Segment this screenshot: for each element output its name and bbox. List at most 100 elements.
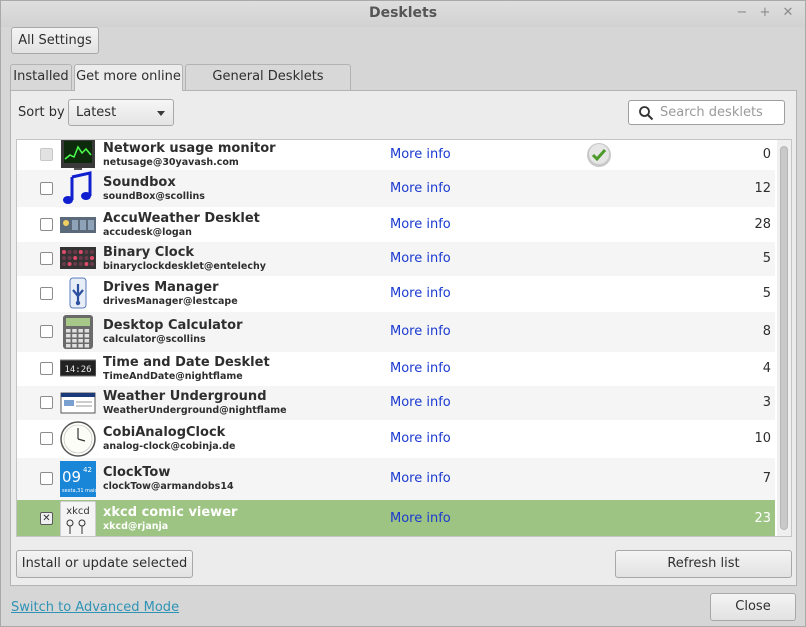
desklet-score: 0 [762,147,771,162]
select-checkbox[interactable] [40,362,53,375]
search-placeholder: Search desklets [660,105,763,120]
desklet-score: 3 [762,395,771,410]
desklet-list[interactable]: Network usage monitor netusage@30yavash.c… [16,139,792,537]
desklet-name: Weather Underground [103,389,267,404]
select-checkbox[interactable] [40,472,53,485]
select-checkbox[interactable]: ✕ [40,512,53,525]
scrollbar[interactable] [777,140,791,536]
binary-clock-icon [60,241,96,277]
desklet-score: 28 [754,216,771,232]
more-info-link[interactable]: More info [390,511,451,526]
tab-get-more-online[interactable]: Get more online [74,64,183,91]
advanced-mode-link[interactable]: Switch to Advanced Mode [11,600,179,615]
more-info-link[interactable]: More info [390,217,451,232]
sort-value: Latest [76,105,117,120]
desklet-score: 23 [754,511,771,526]
desklet-row[interactable]: ✕ xkcd xkcd comic viewer xkcd@rjanja More in… [17,500,775,536]
close-button[interactable]: Close [710,593,796,621]
svg-text:xkcd: xkcd [66,506,90,517]
desklet-row[interactable]: Network usage monitor netusage@30yavash.c… [17,140,775,173]
desklet-row[interactable]: Desktop Calculator calculator@scollins Mor… [17,312,775,352]
desklet-name: ClockTow [103,465,171,480]
desklet-score: 7 [762,471,771,486]
xkcd-icon: xkcd [59,500,97,536]
select-checkbox[interactable] [40,181,53,195]
more-info-link[interactable]: More info [390,181,451,196]
desklet-row[interactable]: 09 42 sexta,31 maio ClockTow clockTow@armand… [17,458,775,500]
desklet-row[interactable]: Binary Clock binaryclockdesklet@entelechy… [17,242,775,276]
desklet-row[interactable]: Weather Underground WeatherUnderground@ni… [17,386,775,420]
refresh-list-button[interactable]: Refresh list [615,550,792,578]
weather-window-icon [60,385,96,421]
weather-icon [60,207,96,243]
desklet-score: 5 [762,251,771,266]
desklet-score: 8 [762,324,771,339]
titlebar[interactable]: Desklets − + ✕ [1,1,805,27]
more-info-link[interactable]: More info [390,286,451,301]
close-window-icon[interactable]: ✕ [780,5,796,21]
select-checkbox[interactable] [40,217,53,231]
desklet-row[interactable]: 14:26 Time and Date Desklet TimeAndDate@ni… [17,352,775,386]
desklet-row[interactable]: AccuWeather Desklet accudesk@logan More in… [17,207,775,242]
select-checkbox[interactable] [40,325,53,338]
select-checkbox[interactable] [40,432,53,445]
select-checkbox[interactable] [40,287,53,300]
desklet-score: 4 [762,361,771,376]
desklet-row[interactable]: Soundbox soundBox@scollins More info 12 [17,170,775,207]
search-icon [639,106,654,121]
svg-text:sexta,31 maio: sexta,31 maio [62,488,96,494]
desklet-name: Drives Manager [103,280,219,295]
analog-clock-icon [60,421,96,457]
svg-text:42: 42 [83,466,92,474]
desklet-name: Desktop Calculator [103,318,243,333]
desklet-uuid: clockTow@armandobs14 [103,481,234,492]
desklet-score: 5 [762,286,771,301]
more-info-link[interactable]: More info [390,361,451,376]
more-info-link[interactable]: More info [390,251,451,266]
calculator-icon [60,314,96,350]
desklet-score: 12 [754,180,771,196]
desklet-uuid: calculator@scollins [103,334,206,345]
more-info-link[interactable]: More info [390,147,451,162]
tab-installed[interactable]: Installed [10,64,72,90]
desklet-name: Soundbox [103,174,176,190]
minimize-icon[interactable]: − [734,5,750,21]
all-settings-button[interactable]: All Settings [11,27,99,54]
chevron-down-icon [157,111,165,116]
tab-general-settings[interactable]: General Desklets Settings [185,64,351,108]
desklet-uuid: WeatherUnderground@nightflame [103,405,287,416]
desklet-uuid: soundBox@scollins [103,190,205,202]
desklet-row[interactable]: CobiAnalogClock analog-clock@cobinja.de Mo… [17,420,775,458]
clocktow-icon: 09 42 sexta,31 maio [60,461,98,497]
desklet-uuid: drivesManager@lestcape [103,296,238,307]
desklet-name: Time and Date Desklet [103,355,270,370]
network-monitor-icon [60,140,96,173]
online-panel: Sort by Latest Search desklets Network u… [10,90,797,586]
desklet-name: Network usage monitor [103,141,276,156]
digital-clock-icon: 14:26 [59,351,97,387]
desklet-uuid: binaryclockdesklet@entelechy [103,261,266,272]
more-info-link[interactable]: More info [390,471,451,486]
more-info-link[interactable]: More info [390,324,451,339]
desklets-window: Desklets − + ✕ All Settings Installed Ge… [0,0,806,627]
scroll-thumb[interactable] [780,146,788,530]
desklet-score: 10 [754,431,771,446]
desklet-uuid: TimeAndDate@nightflame [103,371,243,382]
installed-check-icon [586,142,612,168]
music-note-icon [60,170,96,207]
sort-select[interactable]: Latest [68,99,174,126]
desklet-uuid: accudesk@logan [103,226,192,238]
desklet-uuid: analog-clock@cobinja.de [103,441,236,452]
svg-text:14:26: 14:26 [64,365,91,375]
install-update-button[interactable]: Install or update selected [16,550,193,578]
search-input[interactable]: Search desklets [628,100,785,125]
maximize-icon[interactable]: + [757,5,773,21]
desklet-row[interactable]: Drives Manager drivesManager@lestcape More… [17,276,775,312]
sort-label: Sort by [18,105,65,120]
more-info-link[interactable]: More info [390,395,451,410]
select-checkbox[interactable] [40,396,53,409]
select-checkbox[interactable] [40,252,53,265]
more-info-link[interactable]: More info [390,431,451,446]
select-checkbox[interactable] [40,148,53,161]
window-title: Desklets [368,5,438,21]
